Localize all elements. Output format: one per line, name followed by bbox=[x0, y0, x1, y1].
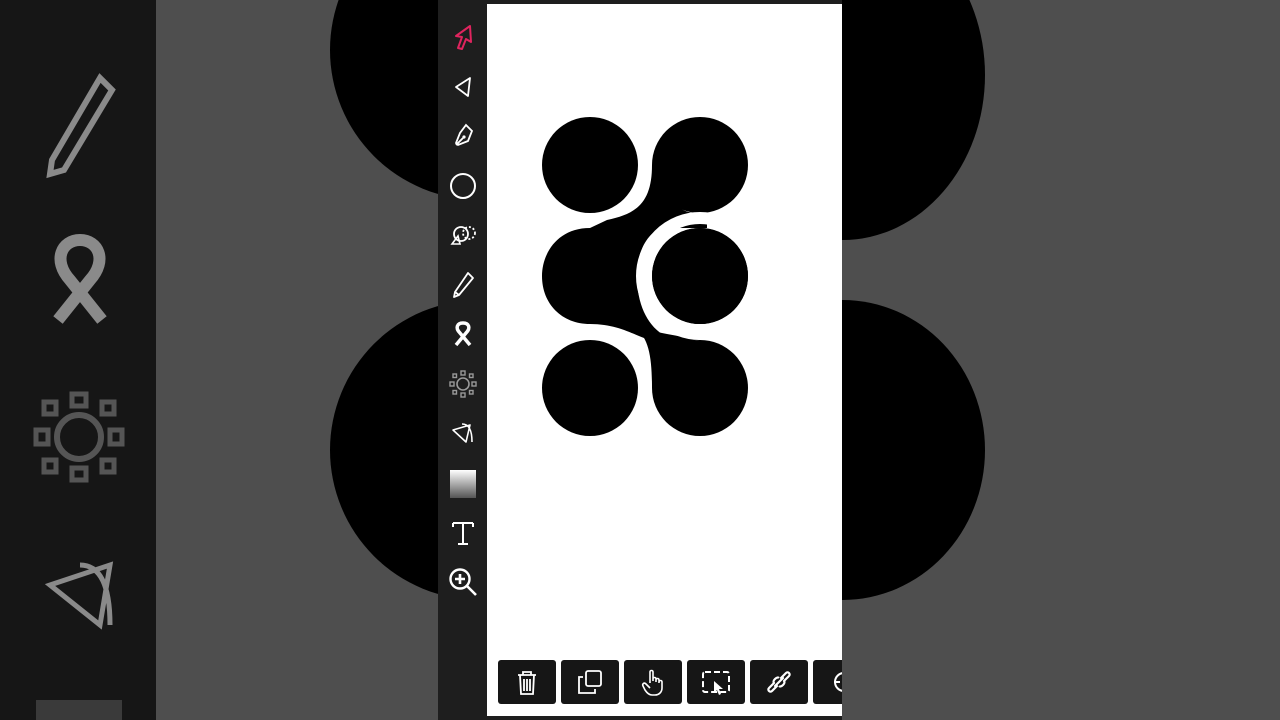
pan-button[interactable] bbox=[624, 660, 682, 704]
corner-arrow-icon bbox=[451, 422, 473, 443]
marquee-pointer-icon bbox=[702, 671, 730, 695]
pencil-tool[interactable] bbox=[444, 266, 481, 303]
sun-sprayer-icon bbox=[448, 369, 477, 398]
ribbon-icon bbox=[454, 320, 471, 346]
more-button[interactable] bbox=[813, 660, 842, 704]
artboard-canvas[interactable] bbox=[487, 4, 842, 716]
bg-corner-icon bbox=[44, 561, 114, 630]
gradient-icon bbox=[449, 469, 476, 498]
delete-button[interactable] bbox=[498, 660, 556, 704]
link-icon bbox=[767, 671, 791, 693]
symbol-tool[interactable] bbox=[444, 365, 481, 402]
zoom-tool[interactable] bbox=[444, 563, 481, 600]
corner-tool[interactable] bbox=[444, 414, 481, 451]
connected-dots-logo[interactable] bbox=[487, 4, 842, 716]
shape-builder-icon bbox=[449, 225, 476, 245]
pen-tool[interactable] bbox=[444, 117, 481, 154]
tools-sidebar bbox=[438, 0, 487, 720]
selection-action-bar bbox=[498, 660, 842, 706]
text-icon bbox=[451, 521, 474, 545]
direct-arrow-icon bbox=[454, 76, 471, 97]
pen-nib-icon bbox=[454, 123, 473, 146]
bg-ribbon-icon bbox=[53, 233, 107, 324]
partial-icon bbox=[834, 672, 842, 692]
selection-arrow-icon bbox=[454, 24, 472, 50]
duplicate-button[interactable] bbox=[561, 660, 619, 704]
shape-builder-tool[interactable] bbox=[444, 216, 481, 253]
zoom-in-icon bbox=[448, 567, 477, 596]
text-tool[interactable] bbox=[444, 514, 481, 551]
background-zoomed-toolbar bbox=[0, 0, 156, 720]
gradient-tool[interactable] bbox=[444, 464, 481, 501]
bg-sun-icon bbox=[33, 391, 125, 483]
hand-pointer-icon bbox=[641, 669, 663, 696]
trash-icon bbox=[518, 671, 536, 695]
link-button[interactable] bbox=[750, 660, 808, 704]
pencil-icon bbox=[452, 271, 474, 298]
bg-gradient-swatch bbox=[36, 700, 122, 720]
circle-icon bbox=[449, 172, 476, 199]
selection-tool[interactable] bbox=[444, 18, 481, 55]
copy-icon bbox=[578, 670, 602, 694]
blend-tool[interactable] bbox=[444, 315, 481, 352]
direct-selection-tool[interactable] bbox=[444, 68, 481, 105]
vector-editor-app bbox=[438, 0, 842, 720]
bg-pencil-icon bbox=[46, 73, 116, 179]
ellipse-tool[interactable] bbox=[444, 167, 481, 204]
select-area-button[interactable] bbox=[687, 660, 745, 704]
